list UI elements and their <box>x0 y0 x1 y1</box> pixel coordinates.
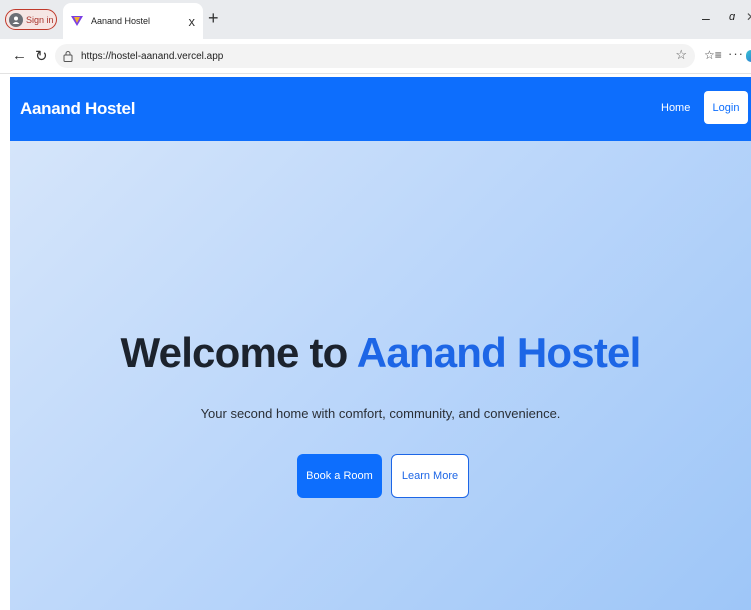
url-text: https://hostel-aanand.vercel.app <box>81 50 224 62</box>
edge-copilot-icon[interactable] <box>746 50 751 62</box>
window-restore-button[interactable]: ɑ <box>729 11 735 23</box>
book-room-button[interactable]: Book a Room <box>297 454 382 498</box>
learn-more-button[interactable]: Learn More <box>391 454 469 498</box>
hero-section: Welcome to Aanand Hostel Your second hom… <box>10 141 751 610</box>
window-minimize-button[interactable]: – <box>702 10 710 26</box>
reload-icon[interactable]: ↻ <box>35 47 48 65</box>
login-button[interactable]: Login <box>704 91 748 124</box>
favorite-star-icon[interactable]: ☆ <box>675 47 687 63</box>
hero-title-accent: Aanand Hostel <box>356 329 641 376</box>
signin-button[interactable]: Sign in <box>5 9 57 30</box>
tab-title: Aanand Hostel <box>91 16 151 26</box>
signin-label: Sign in <box>26 14 54 25</box>
browser-tab-strip: Sign in Aanand Hostel x + – ɑ ✕ <box>0 0 751 39</box>
tab-close-icon[interactable]: x <box>189 14 196 29</box>
window-close-button[interactable]: ✕ <box>746 10 751 24</box>
profile-icon <box>9 12 23 27</box>
hero-title-prefix: Welcome to <box>120 329 357 376</box>
more-menu-icon[interactable]: ··· <box>728 46 744 61</box>
hero-title: Welcome to Aanand Hostel <box>10 329 751 377</box>
collections-icon[interactable]: ☆≡ <box>704 48 722 62</box>
hero-subtitle: Your second home with comfort, community… <box>200 406 561 421</box>
new-tab-button[interactable]: + <box>208 8 219 28</box>
nav-link-home[interactable]: Home <box>661 102 690 114</box>
browser-toolbar: ← ↻ https://hostel-aanand.vercel.app ☆ ☆… <box>0 39 751 74</box>
address-bar[interactable]: https://hostel-aanand.vercel.app ☆ <box>55 44 695 68</box>
vercel-favicon-icon <box>71 16 83 26</box>
browser-tab-active[interactable]: Aanand Hostel x <box>63 3 203 39</box>
site-navbar: Aanand Hostel Home Login <box>10 77 751 141</box>
lock-icon <box>63 51 73 62</box>
back-arrow-icon[interactable]: ← <box>12 47 27 64</box>
site-brand[interactable]: Aanand Hostel <box>20 99 135 119</box>
